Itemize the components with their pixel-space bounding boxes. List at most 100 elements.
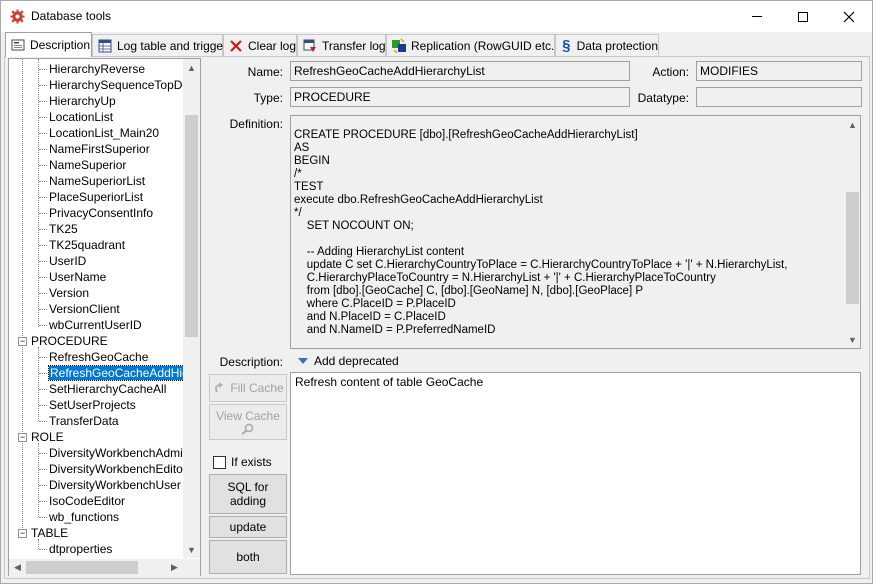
- tree-item[interactable]: SetHierarchyCacheAll: [39, 381, 166, 397]
- scroll-left-icon[interactable]: ◀: [9, 559, 26, 576]
- window-title: Database tools: [31, 9, 112, 23]
- magnifier-icon: [241, 423, 254, 435]
- tree-node-table[interactable]: TABLE: [31, 525, 68, 541]
- add-deprecated-dropdown[interactable]: Add deprecated: [298, 354, 399, 368]
- fill-cache-icon: [215, 382, 224, 392]
- description-label: Description:: [219, 355, 283, 369]
- tree-item[interactable]: HierarchySequenceTopDow: [39, 77, 198, 93]
- tree-item[interactable]: SetUserProjects: [39, 397, 136, 413]
- type-label: Type:: [253, 91, 283, 105]
- transfer-log-icon: [302, 38, 318, 54]
- description-icon: [10, 37, 26, 53]
- tab-label: Transfer log: [322, 38, 386, 53]
- fill-cache-button[interactable]: Fill Cache: [209, 374, 287, 402]
- tree-item[interactable]: VersionClient: [39, 301, 120, 317]
- tree-item[interactable]: TK25: [39, 221, 78, 237]
- datatype-label: Datatype:: [637, 91, 689, 105]
- tree-item[interactable]: PlaceSuperiorList: [39, 189, 143, 205]
- tree-item[interactable]: dtproperties: [39, 541, 112, 557]
- tree-item[interactable]: NameSuperiorList: [39, 173, 145, 189]
- tree-item[interactable]: HierarchyUp: [39, 93, 116, 109]
- tab-replication[interactable]: Replication (RowGUID etc.): [386, 34, 558, 56]
- object-tree[interactable]: HierarchyReverse HierarchySequenceTopDow…: [8, 58, 201, 576]
- both-label: both: [236, 550, 260, 564]
- tab-clear-log[interactable]: Clear log: [223, 34, 297, 56]
- dropdown-arrow-icon: [298, 358, 308, 364]
- scroll-down-icon[interactable]: ▼: [844, 331, 860, 348]
- tree-node-procedure[interactable]: PROCEDURE: [31, 333, 108, 349]
- tree-item[interactable]: NameSuperior: [39, 157, 126, 173]
- gear-app-icon: [10, 9, 25, 24]
- tab-label: Data protection: [576, 38, 658, 53]
- tree-item[interactable]: Version: [39, 285, 89, 301]
- tree-item[interactable]: PrivacyConsentInfo: [39, 205, 153, 221]
- tree-item[interactable]: DiversityWorkbenchUser: [39, 477, 181, 493]
- log-table-icon: [97, 38, 113, 54]
- tab-transfer-log[interactable]: Transfer log: [297, 34, 386, 56]
- sql-for-adding-label-2: adding: [229, 494, 267, 508]
- close-icon: [843, 11, 855, 22]
- both-button[interactable]: both: [209, 540, 287, 574]
- name-label: Name:: [247, 65, 283, 79]
- scroll-up-icon[interactable]: ▲: [183, 59, 200, 76]
- maximize-button[interactable]: [780, 1, 826, 32]
- scroll-right-icon[interactable]: ▶: [166, 559, 183, 576]
- tree-line: [22, 59, 23, 536]
- tree-item[interactable]: NameFirstSuperior: [39, 141, 150, 157]
- tree-item[interactable]: IsoCodeEditor: [39, 493, 125, 509]
- name-field[interactable]: RefreshGeoCacheAddHierarchyList: [290, 61, 630, 81]
- tree-item[interactable]: DiversityWorkbenchAdminist: [39, 445, 200, 461]
- tree-item[interactable]: wbCurrentUserID: [39, 317, 142, 333]
- replication-icon: [391, 37, 407, 54]
- close-button[interactable]: [826, 1, 872, 32]
- tree-node-role[interactable]: ROLE: [31, 429, 64, 445]
- view-cache-label: View Cache: [216, 409, 280, 423]
- description-textbox[interactable]: Refresh content of table GeoCache: [290, 372, 861, 575]
- if-exists-label: If exists: [231, 455, 272, 469]
- definition-scrollbar[interactable]: ▲ ▼: [844, 116, 860, 348]
- paragraph-icon: §: [562, 37, 571, 54]
- tree-item[interactable]: LocationList_Main20: [39, 125, 159, 141]
- add-deprecated-label: Add deprecated: [314, 354, 399, 368]
- tree-item[interactable]: DiversityWorkbenchEditor: [39, 461, 187, 477]
- definition-textarea[interactable]: CREATE PROCEDURE [dbo].[RefreshGeoCacheA…: [290, 115, 861, 349]
- action-label: Action:: [652, 65, 689, 79]
- tree-item[interactable]: wb_functions: [39, 509, 119, 525]
- view-cache-button[interactable]: View Cache: [209, 404, 287, 440]
- title-bar: Database tools: [1, 1, 872, 32]
- tree-item[interactable]: UserID: [39, 253, 86, 269]
- type-field[interactable]: PROCEDURE: [290, 87, 630, 107]
- tab-description[interactable]: Description: [5, 32, 92, 57]
- tree-item[interactable]: TK25quadrant: [39, 237, 125, 253]
- tree-item[interactable]: TransferData: [39, 413, 119, 429]
- collapse-role-icon[interactable]: −: [18, 433, 27, 442]
- action-field[interactable]: MODIFIES: [696, 61, 862, 81]
- scroll-thumb[interactable]: [185, 115, 198, 337]
- tab-label: Description: [30, 38, 91, 52]
- datatype-field[interactable]: [696, 87, 862, 107]
- tab-log-table-and-trigger[interactable]: Log table and trigger: [92, 34, 227, 56]
- tree-item[interactable]: RefreshGeoCache: [39, 349, 148, 365]
- definition-text: CREATE PROCEDURE [dbo].[RefreshGeoCacheA…: [294, 129, 788, 336]
- scroll-thumb[interactable]: [26, 561, 138, 574]
- sql-for-adding-label-1: SQL for: [227, 480, 269, 494]
- update-label: update: [229, 520, 267, 534]
- tree-item[interactable]: LocationList: [39, 109, 113, 125]
- tree-item[interactable]: HierarchyReverse: [39, 61, 145, 77]
- scroll-thumb[interactable]: [846, 192, 859, 304]
- scroll-up-icon[interactable]: ▲: [844, 116, 860, 133]
- tree-horizontal-scrollbar[interactable]: ◀ ▶: [9, 559, 200, 576]
- collapse-procedure-icon[interactable]: −: [18, 337, 27, 346]
- tab-data-protection[interactable]: § Data protection: [555, 34, 659, 56]
- tree-item-selected[interactable]: RefreshGeoCacheAddHiera: [39, 365, 200, 381]
- minimize-button[interactable]: [734, 1, 780, 32]
- collapse-table-icon[interactable]: −: [18, 529, 27, 538]
- scroll-down-icon[interactable]: ▼: [183, 541, 200, 558]
- update-button[interactable]: update: [209, 516, 287, 538]
- sql-for-adding-button[interactable]: SQL for adding: [209, 474, 287, 514]
- fill-cache-label: Fill Cache: [230, 381, 284, 395]
- tree-vertical-scrollbar[interactable]: ▲ ▼: [183, 59, 200, 558]
- tree-item[interactable]: UserName: [39, 269, 106, 285]
- if-exists-checkbox[interactable]: [213, 456, 226, 469]
- maximize-icon: [798, 11, 808, 22]
